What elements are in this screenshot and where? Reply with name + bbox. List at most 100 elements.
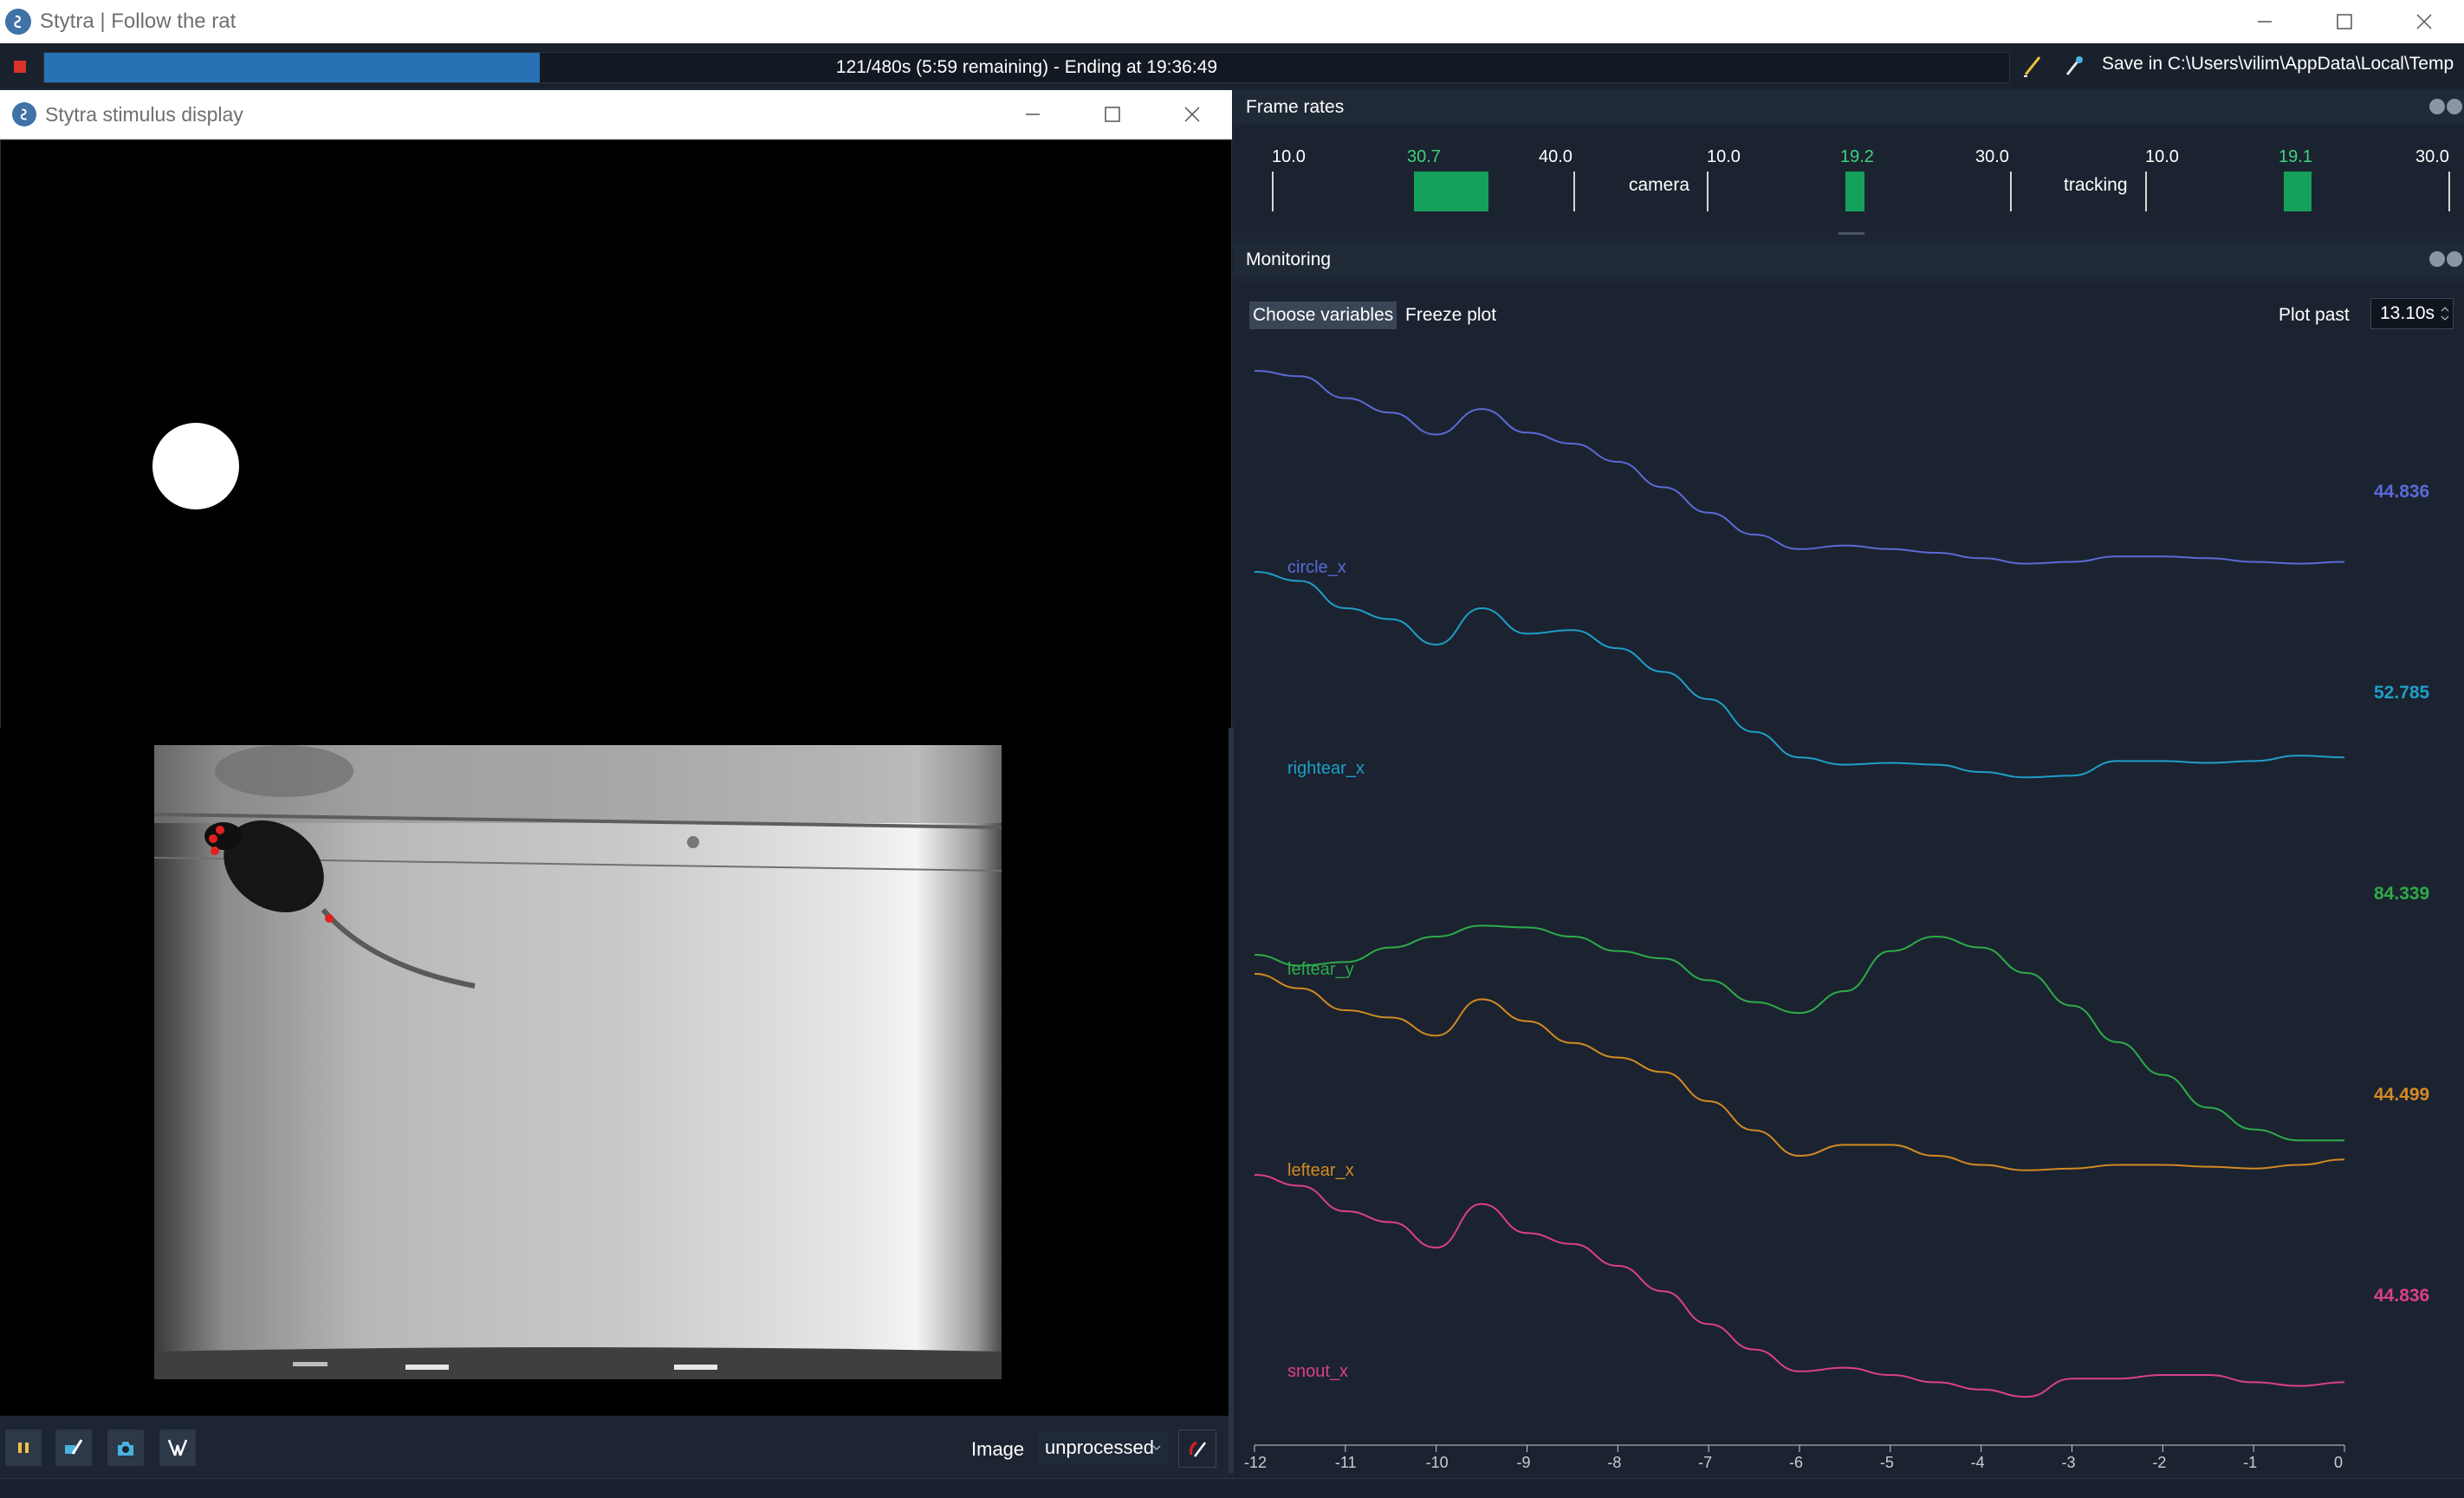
stop-protocol-button[interactable] xyxy=(14,61,26,73)
x-tick-label: -9 xyxy=(1516,1454,1531,1471)
gauge-3-max-tick xyxy=(2448,172,2450,211)
minimize-button[interactable] xyxy=(2225,0,2305,43)
stytra-logo-icon xyxy=(5,9,31,35)
tracking-icon xyxy=(167,1439,188,1456)
stim-maximize-button[interactable] xyxy=(1073,90,1152,139)
x-tick-label: -11 xyxy=(1334,1454,1357,1471)
stim-minimize-button[interactable] xyxy=(993,90,1073,139)
x-tick-label: -10 xyxy=(1425,1454,1449,1471)
gauge-2-value: 19.2 xyxy=(1840,147,1874,166)
gauge-2-max-tick xyxy=(2010,172,2012,211)
trace-value: 44.499 xyxy=(2374,1085,2430,1105)
monitoring-header: Monitoring xyxy=(1234,243,2464,277)
pencil-fish-icon xyxy=(2065,56,2083,75)
gauge-2-max: 30.0 xyxy=(1975,147,2009,166)
edit-animal-metadata-button[interactable] xyxy=(2060,52,2088,80)
minimize-icon xyxy=(2258,21,2272,23)
camera-scene xyxy=(153,745,1002,1379)
dock-resize-handle[interactable] xyxy=(1838,232,1864,235)
dock-close-icon[interactable] xyxy=(2447,251,2462,267)
save-location-button[interactable]: Save in C:\Users\vilim\AppData\Local\Tem… xyxy=(2102,54,2454,75)
trace-snout-x xyxy=(1254,1174,2345,1398)
stimulus-window-title-bar: Stytra stimulus display xyxy=(0,90,1232,139)
gauge-3-max: 30.0 xyxy=(2415,147,2449,166)
x-tick-label: -2 xyxy=(2152,1454,2167,1471)
trace-label: leftear_x xyxy=(1287,1161,1354,1180)
gauge-1-max-tick xyxy=(1573,172,1575,211)
x-tick-label: -8 xyxy=(1607,1454,1622,1471)
gauge-1-value: 30.7 xyxy=(1407,147,1441,166)
edit-camera-settings-button[interactable] xyxy=(55,1430,92,1466)
gauge-1-min: 10.0 xyxy=(1272,147,1306,166)
frame-rates-title: Frame rates xyxy=(1246,97,1345,117)
capture-frame-button[interactable] xyxy=(107,1430,144,1466)
protocol-progress-bar: 121/480s (5:59 remaining) - Ending at 19… xyxy=(43,52,2010,83)
close-icon xyxy=(1184,107,1200,122)
dock-close-icon[interactable] xyxy=(2447,99,2462,114)
image-mode-value: unprocessed xyxy=(1045,1436,1154,1458)
trace-value: 44.836 xyxy=(2374,1286,2430,1306)
x-tick-label: 0 xyxy=(2334,1454,2344,1471)
camera-icon xyxy=(118,1442,133,1456)
x-tick-label: -6 xyxy=(1789,1454,1804,1471)
gauge-3-name: tracking xyxy=(2064,175,2128,195)
monitoring-plot xyxy=(1254,370,2345,1452)
trace-label: circle_x xyxy=(1287,558,1346,577)
protocol-bar: 121/480s (5:59 remaining) - Ending at 19… xyxy=(0,43,2464,88)
x-tick-label: -12 xyxy=(1244,1454,1268,1471)
image-mode-label: Image xyxy=(971,1438,1025,1460)
gauge-2-bar xyxy=(1845,172,1864,211)
dock-float-icon[interactable] xyxy=(2429,99,2445,114)
trace-value: 44.836 xyxy=(2374,482,2430,502)
trace-label: snout_x xyxy=(1287,1362,1349,1381)
gauge-2-min: 10.0 xyxy=(1707,147,1741,166)
gauge-3-value: 19.1 xyxy=(2279,147,2312,166)
gauge-3-bar xyxy=(2284,172,2312,211)
trace-leftear-x xyxy=(1254,973,2345,1171)
maximize-icon xyxy=(1105,107,1120,122)
gauge-3-min: 10.0 xyxy=(2145,147,2179,166)
x-tick-label: -3 xyxy=(2061,1454,2076,1471)
trace-value: 84.339 xyxy=(2374,884,2430,904)
x-tick-label: -7 xyxy=(1698,1454,1713,1471)
gauge-3-min-tick xyxy=(2145,172,2147,211)
close-button[interactable] xyxy=(2384,0,2464,43)
maximize-icon xyxy=(2337,14,2352,29)
pause-icon xyxy=(18,1443,29,1453)
gauge-2-min-tick xyxy=(1707,172,1709,211)
frame-rates-panel: 10.0 30.7 40.0 camera 10.0 19.2 30.0 tra… xyxy=(1234,125,2464,230)
trace-rightear-x xyxy=(1254,571,2345,779)
stimulus-canvas xyxy=(0,139,1232,730)
stimulus-circle xyxy=(152,423,239,509)
stimulus-window: Stytra stimulus display xyxy=(0,90,1232,730)
maximize-button[interactable] xyxy=(2305,0,2384,43)
trace-leftear-y xyxy=(1254,924,2344,1142)
edit-metadata-button[interactable] xyxy=(2019,52,2046,80)
dock-float-icon[interactable] xyxy=(2429,251,2445,267)
edit-image-params-button[interactable] xyxy=(1178,1430,1216,1468)
frame-rates-header: Frame rates xyxy=(1234,90,2464,125)
status-bar xyxy=(0,1478,2464,1498)
pause-button[interactable] xyxy=(5,1430,42,1466)
camera-settings-icon xyxy=(65,1439,83,1455)
close-icon xyxy=(2416,14,2432,29)
trace-label: leftear_y xyxy=(1287,960,1354,979)
x-tick-label: -5 xyxy=(1879,1454,1894,1471)
minimize-icon xyxy=(1026,113,1040,115)
trace-circle-x xyxy=(1254,370,2345,565)
chevron-down-icon xyxy=(1152,1445,1161,1451)
x-tick-label: -4 xyxy=(1970,1454,1985,1471)
stimulus-window-title: Stytra stimulus display xyxy=(45,102,243,126)
trace-value: 52.785 xyxy=(2374,683,2430,703)
gauge-1-bar xyxy=(1414,172,1488,211)
stytra-logo-icon xyxy=(12,102,36,126)
pencil-icon xyxy=(2024,56,2041,77)
stim-close-button[interactable] xyxy=(1152,90,1232,139)
monitoring-title: Monitoring xyxy=(1246,250,1332,269)
image-mode-select[interactable]: unprocessed xyxy=(1038,1431,1168,1464)
monitoring-panel: Choose variables Freeze plot Plot past 1… xyxy=(1234,284,2464,1478)
main-title-bar: Stytra | Follow the rat xyxy=(0,0,2464,43)
image-params-icon xyxy=(1190,1441,1206,1457)
tracking-params-button[interactable] xyxy=(159,1430,196,1466)
gauge-1-min-tick xyxy=(1272,172,1274,211)
